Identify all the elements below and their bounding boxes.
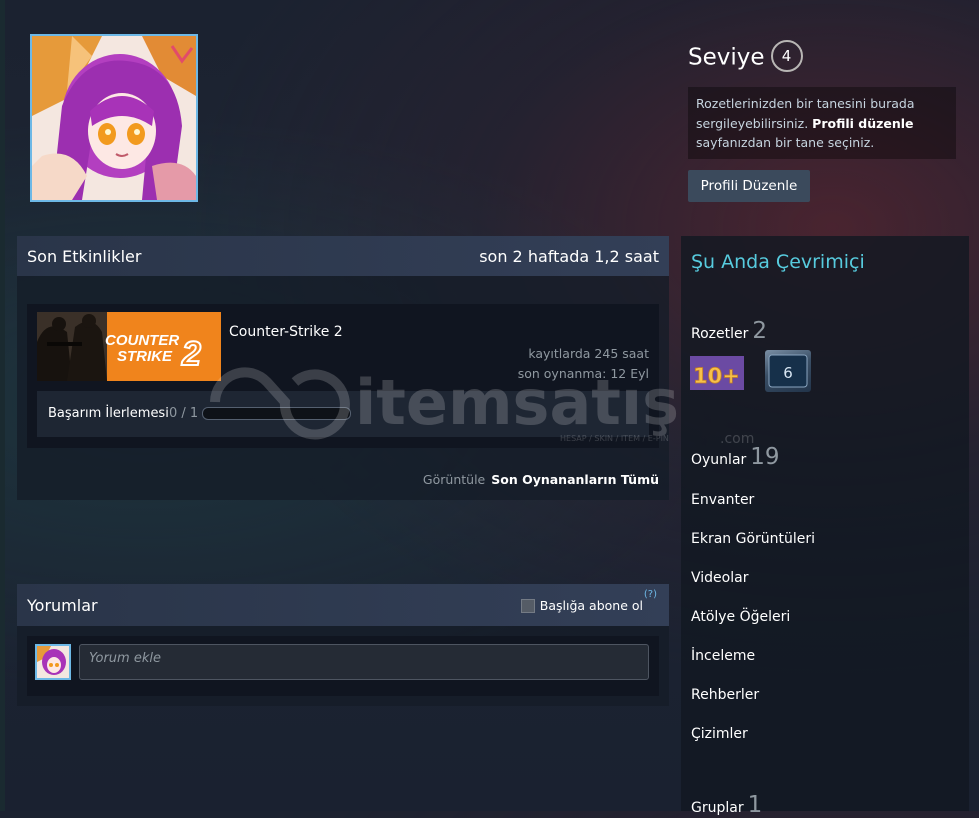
profile-sidebar: Şu Anda Çevrimiçi Rozetler 2 10+ 6 Oyunla… [681, 236, 969, 818]
badge-level-art: 6 [768, 354, 808, 388]
playtime-summary: son 2 haftada 1,2 saat [479, 247, 659, 266]
achievement-progress-row[interactable]: Başarım İlerlemesi 0 / 1 [37, 391, 649, 437]
recent-activity-title: Son Etkinlikler [27, 247, 142, 266]
games-link[interactable]: Oyunlar 19 [691, 444, 780, 470]
sidebar-link-artwork[interactable]: Çizimler [691, 726, 748, 742]
comment-input[interactable]: Yorum ekle [79, 644, 649, 680]
badge-tip-text-2: sayfanızdan bir tane seçiniz. [696, 135, 875, 150]
games-label: Oyunlar [691, 452, 747, 468]
page-left-edge [0, 0, 5, 811]
subscribe-checkbox[interactable] [520, 598, 535, 613]
last-played: son oynanma: 12 Eyl [517, 366, 649, 381]
comments-title: Yorumlar [27, 596, 98, 615]
badge-icon-years[interactable]: 10+ [690, 356, 744, 390]
view-all-recent-link[interactable]: Son Oynananların Tümü [491, 472, 659, 487]
game-capsule-image[interactable]: COUNTER STRIKE 2 [37, 312, 221, 381]
view-label: Görüntüle [422, 472, 486, 487]
game-card-counter-strike-2: COUNTER STRIKE 2 Counter-Strike 2 kayıtl… [27, 304, 659, 448]
badges-count: 2 [752, 318, 768, 344]
hours-on-record: kayıtlarda 245 saat [528, 346, 649, 361]
sidebar-link-videos[interactable]: Videolar [691, 570, 748, 586]
capsule-title-1: COUNTER [105, 332, 179, 349]
groups-link[interactable]: Gruplar 1 [691, 792, 762, 818]
subscribe-thread[interactable]: Başlığa abone ol (?) [520, 589, 657, 614]
level-badge[interactable]: 4 [770, 40, 803, 72]
achievement-label: Başarım İlerlemesi [48, 406, 169, 421]
commenter-avatar[interactable] [35, 644, 71, 680]
recent-activity-header: Son Etkinlikler son 2 haftada 1,2 saat [17, 236, 669, 276]
groups-count: 1 [747, 792, 763, 818]
commenter-avatar-art [37, 646, 69, 678]
help-icon[interactable]: (?) [644, 589, 657, 600]
sidebar-link-guides[interactable]: Rehberler [691, 687, 759, 703]
comment-entry-row: Yorum ekle [27, 636, 659, 696]
avatar-illustration [32, 36, 196, 200]
comments-header: Yorumlar Başlığa abone ol (?) [17, 584, 669, 626]
badge-years-text: 10+ [693, 364, 740, 388]
subscribe-label: Başlığa abone ol [539, 598, 643, 613]
badge-icon-level[interactable]: 6 [765, 350, 811, 392]
edit-profile-button[interactable]: Profili Düzenle [688, 170, 810, 202]
edit-profile-link[interactable]: Profili düzenle [812, 116, 913, 131]
comments-panel: Yorumlar Başlığa abone ol (?) Yorum ekle [17, 584, 669, 706]
capsule-title-2: STRIKE [117, 348, 173, 365]
capsule-title-num: 2 [181, 335, 201, 373]
achievement-progress-bar [202, 407, 351, 420]
badge-showcase-tip: Rozetlerinizden bir tanesini burada serg… [688, 87, 956, 159]
badge-years-art: 10+ [690, 356, 744, 390]
achievement-count: 0 / 1 [169, 406, 199, 421]
sidebar-link-screenshots[interactable]: Ekran Görüntüleri [691, 531, 815, 547]
groups-label: Gruplar [691, 800, 744, 816]
badges-link[interactable]: Rozetler 2 [691, 318, 767, 344]
game-hours: kayıtlarda 245 saat son oynanma: 12 Eyl [518, 344, 649, 384]
sidebar-link-inventory[interactable]: Envanter [691, 492, 754, 508]
profile-avatar[interactable] [30, 34, 198, 202]
games-count: 19 [750, 444, 780, 470]
badge-level-text: 6 [783, 364, 793, 382]
sidebar-link-reviews[interactable]: İnceleme [691, 648, 755, 664]
sidebar-link-workshop[interactable]: Atölye Öğeleri [691, 609, 790, 625]
online-status: Şu Anda Çevrimiçi [691, 251, 865, 273]
game-capsule-art: COUNTER STRIKE 2 [37, 312, 221, 381]
level-heading: Seviye 4 [688, 40, 803, 74]
badges-label: Rozetler [691, 326, 749, 342]
level-label: Seviye [688, 44, 765, 71]
game-name[interactable]: Counter-Strike 2 [229, 324, 343, 340]
view-all-recent: Görüntüle Son Oynananların Tümü [423, 472, 659, 487]
